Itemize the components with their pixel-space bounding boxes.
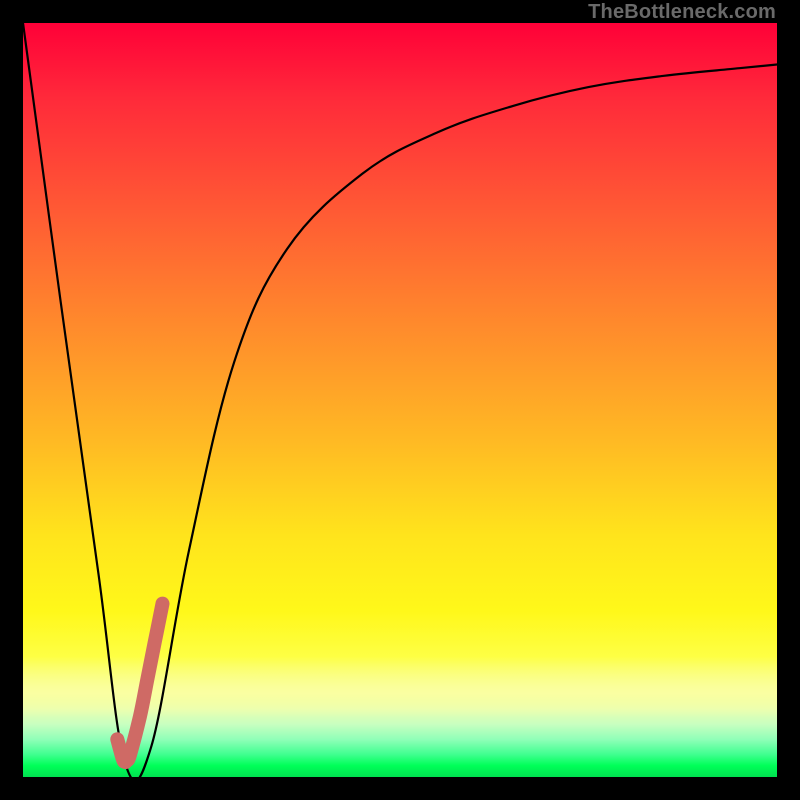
chart-frame: TheBottleneck.com (0, 0, 800, 800)
curve-layer (23, 23, 777, 777)
plot-area (23, 23, 777, 777)
watermark-text: TheBottleneck.com (588, 1, 776, 24)
bottleneck-curve (23, 23, 777, 777)
highlight-segment (117, 604, 162, 762)
